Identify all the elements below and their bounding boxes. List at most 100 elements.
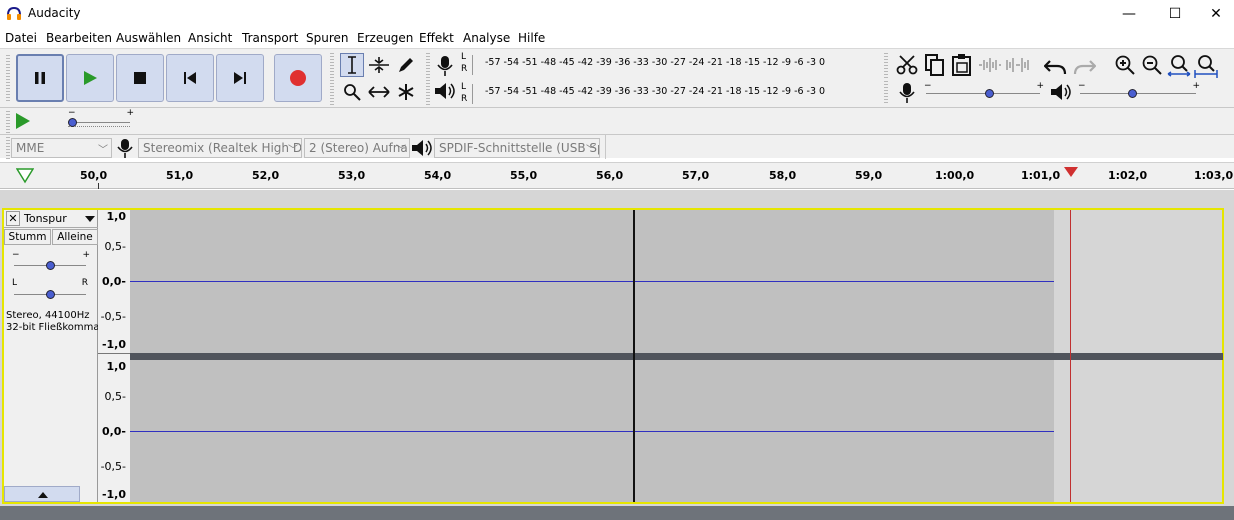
status-strip <box>0 506 1234 520</box>
maximize-button[interactable]: ☐ <box>1152 0 1198 28</box>
multi-tool[interactable] <box>394 80 418 104</box>
close-track-button[interactable]: ✕ <box>6 211 20 226</box>
ruler-tick-label: 51,0 <box>166 169 194 182</box>
skip-to-end-button[interactable] <box>216 54 264 102</box>
playback-meter[interactable]: -57 -54 -51 -48 -45 -42 -39 -36 -33 -30 … <box>472 84 872 104</box>
time-shift-tool[interactable] <box>367 80 391 104</box>
track-menu-dropdown-icon[interactable] <box>84 215 96 223</box>
stop-icon <box>134 72 146 84</box>
cut-icon[interactable] <box>896 55 918 75</box>
toolbar-grip[interactable] <box>6 55 10 101</box>
menu-spuren[interactable]: Spuren <box>306 31 349 45</box>
microphone-icon <box>117 139 133 158</box>
pause-button[interactable] <box>16 54 64 102</box>
ruler-tick-label: 53,0 <box>338 169 366 182</box>
double-arrow-icon <box>368 86 390 98</box>
draw-tool[interactable] <box>394 53 418 77</box>
toolbar-grip[interactable] <box>884 53 888 79</box>
pin-play-head-icon[interactable] <box>16 168 34 184</box>
close-button[interactable]: ✕ <box>1198 0 1234 28</box>
playhead-marker-icon[interactable] <box>1063 166 1079 178</box>
skip-start-icon <box>184 72 196 84</box>
track-control-panel[interactable]: ✕ Tonspur Stumm Alleine − + L R Stereo, … <box>4 210 99 502</box>
ruler-tick-label: 1:01,0 <box>1021 169 1061 182</box>
vertical-amplitude-ruler[interactable]: 1,0 0,5- 0,0- -0,5- -1,0 1,0 0,5- 0,0- -… <box>98 210 130 502</box>
menu-effekt[interactable]: Effekt <box>419 31 454 45</box>
play-button[interactable] <box>66 54 114 102</box>
i-beam-icon <box>348 56 356 74</box>
audio-host-select[interactable]: MME ﹀ <box>11 138 112 158</box>
speaker-icon[interactable] <box>434 81 456 101</box>
fit-project-icon[interactable] <box>1194 54 1218 78</box>
record-button[interactable] <box>274 54 322 102</box>
window-title: Audacity <box>28 6 81 20</box>
undo-icon[interactable] <box>1044 57 1068 75</box>
silence-audio-icon[interactable] <box>1006 57 1030 73</box>
menu-hilfe[interactable]: Hilfe <box>518 31 545 45</box>
amplitude-label: -0,5- <box>100 310 126 323</box>
ruler-tick-label: 54,0 <box>424 169 452 182</box>
track-format-info: Stereo, 44100Hz <box>6 310 90 321</box>
close-icon: ✕ <box>8 212 18 225</box>
toolbar-grip[interactable] <box>330 53 334 105</box>
play-icon <box>84 71 97 85</box>
minimize-button[interactable]: — <box>1106 0 1152 28</box>
zoom-out-icon[interactable] <box>1141 54 1163 76</box>
mute-button[interactable]: Stumm <box>4 229 51 245</box>
playback-device-select[interactable]: SPDIF-Schnittstelle (USB Sp ﹀ <box>434 138 600 158</box>
toolbar-grip[interactable] <box>6 137 10 159</box>
amplitude-label: 1,0 <box>106 210 127 223</box>
toolbar-grip[interactable] <box>426 53 430 105</box>
menu-erzeugen[interactable]: Erzeugen <box>357 31 413 45</box>
recording-meter[interactable]: -57 -54 -51 -48 -45 -42 -39 -36 -33 -30 … <box>472 55 872 75</box>
zero-line <box>130 431 1054 432</box>
stop-button[interactable] <box>116 54 164 102</box>
recording-channels-select[interactable]: 2 (Stereo) Aufna ﹀ <box>304 138 410 158</box>
trim-audio-icon[interactable] <box>978 57 1002 73</box>
pan-slider[interactable]: L R <box>10 278 90 300</box>
menu-ansicht[interactable]: Ansicht <box>188 31 232 45</box>
toolbar-grip[interactable] <box>6 111 10 133</box>
ruler-tick-label: 50,0 <box>80 169 108 182</box>
zoom-in-icon[interactable] <box>1114 54 1136 76</box>
recording-device-select[interactable]: Stereomix (Realtek High De ﹀ <box>138 138 302 158</box>
clip-boundary-line[interactable] <box>633 210 635 502</box>
minimize-icon: — <box>1122 6 1136 22</box>
menu-auswaehlen[interactable]: Auswählen <box>116 31 181 45</box>
menu-datei[interactable]: Datei <box>5 31 37 45</box>
menu-analyse[interactable]: Analyse <box>463 31 510 45</box>
envelope-tool[interactable] <box>367 53 391 77</box>
gain-slider[interactable]: − + <box>10 250 90 270</box>
redo-icon[interactable] <box>1072 57 1096 75</box>
zero-line <box>130 281 1054 282</box>
meter-left-label: L <box>461 52 467 62</box>
menu-bar: Datei Bearbeiten Auswählen Ansicht Trans… <box>0 28 1234 48</box>
copy-icon[interactable] <box>924 53 946 77</box>
amplitude-label: 0,0- <box>101 275 126 288</box>
menu-bearbeiten[interactable]: Bearbeiten <box>46 31 112 45</box>
title-bar: Audacity — ☐ ✕ <box>0 0 1234 28</box>
toolbar-grip[interactable] <box>884 81 888 105</box>
toolbar-area: L R -57 -54 -51 -48 -45 -42 -39 -36 -33 … <box>0 48 1234 159</box>
menu-transport[interactable]: Transport <box>242 31 298 45</box>
envelope-icon <box>369 57 389 73</box>
zoom-tool[interactable] <box>340 80 364 104</box>
asterisk-icon <box>398 84 414 100</box>
amplitude-label: 0,5- <box>104 390 126 403</box>
microphone-icon <box>899 83 915 103</box>
selection-tool[interactable] <box>340 53 364 77</box>
play-speed-slider[interactable]: − + <box>66 108 134 130</box>
solo-button[interactable]: Alleine <box>52 229 98 245</box>
track-name-menu[interactable]: Tonspur <box>24 212 67 225</box>
magnifier-icon <box>344 84 361 101</box>
playback-meter-scale: -57 -54 -51 -48 -45 -42 -39 -36 -33 -30 … <box>485 86 826 97</box>
play-at-speed-icon[interactable] <box>14 112 32 130</box>
microphone-icon[interactable] <box>436 55 454 77</box>
paste-icon[interactable] <box>951 53 973 77</box>
fit-selection-icon[interactable] <box>1167 54 1191 78</box>
timeline-ruler[interactable]: 50,0 51,0 52,0 53,0 54,0 55,0 56,0 57,0 … <box>0 162 1234 189</box>
collapse-track-button[interactable] <box>4 486 80 502</box>
recording-volume-slider[interactable]: − + <box>922 81 1044 101</box>
skip-to-start-button[interactable] <box>166 54 214 102</box>
playback-volume-slider[interactable]: − + <box>1076 81 1200 101</box>
